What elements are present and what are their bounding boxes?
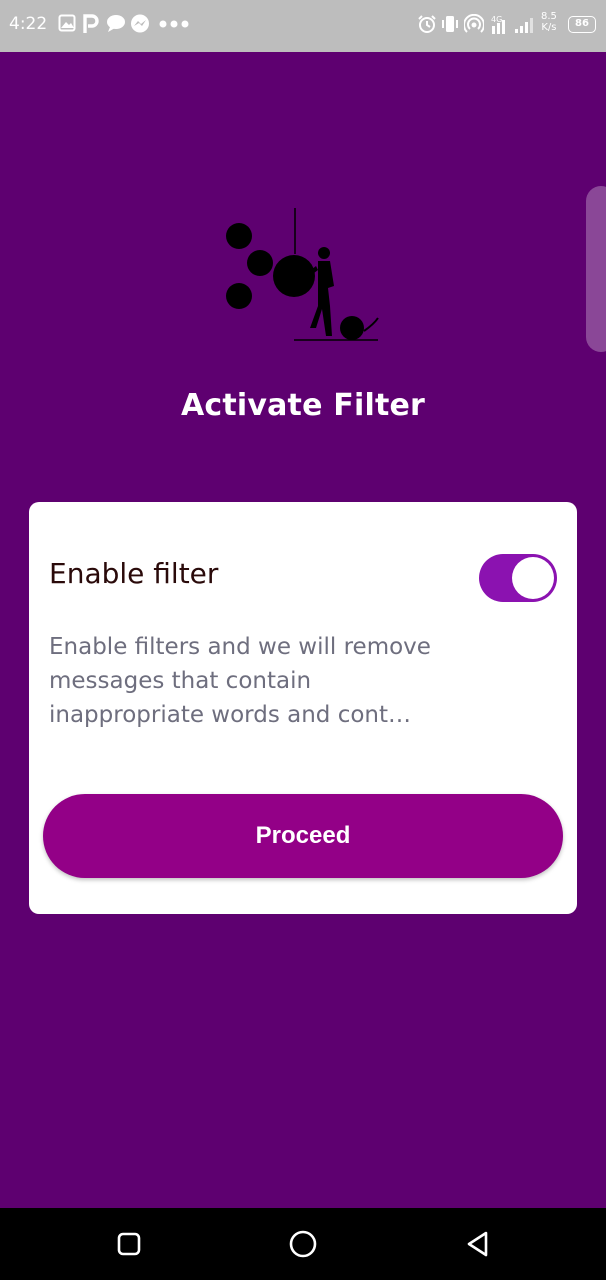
- home-circle-icon[interactable]: [288, 1229, 318, 1259]
- enable-filter-label: Enable filter: [49, 557, 219, 590]
- recents-square-icon[interactable]: [116, 1229, 142, 1259]
- page-title: Activate Filter: [180, 388, 426, 423]
- filter-card: Enable filter Enable filters and we will…: [29, 502, 577, 914]
- navigation-bar: [0, 1208, 606, 1280]
- parking-app-icon: [83, 14, 99, 33]
- network-speed: 8.5 K/s: [541, 11, 557, 33]
- signal-bars-icon: [515, 18, 533, 33]
- proceed-button[interactable]: Proceed: [43, 794, 563, 878]
- filter-illustration: [226, 208, 379, 341]
- speed-unit: K/s: [541, 22, 557, 33]
- network-type: 4G: [491, 15, 502, 24]
- alarm-icon: [418, 15, 436, 33]
- battery-indicator: 86: [568, 16, 596, 33]
- gallery-icon: [58, 14, 76, 32]
- signal-4g-icon: 4G: [491, 15, 505, 34]
- status-time: 4:22: [9, 14, 48, 34]
- messenger-icon: [131, 14, 149, 33]
- speed-value: 8.5: [541, 11, 557, 22]
- more-notifications-icon: [159, 20, 189, 28]
- filter-description: Enable filters and we will remove messag…: [49, 634, 431, 728]
- status-bar: 4:22 4G 8.5 K/s 86: [0, 0, 606, 52]
- chat-icon: [107, 15, 125, 32]
- hotspot-icon: [464, 14, 484, 33]
- toggle-knob: [512, 557, 554, 599]
- vibrate-icon: [442, 16, 458, 32]
- enable-filter-toggle[interactable]: [479, 554, 557, 602]
- edge-panel-handle[interactable]: [586, 186, 606, 352]
- back-triangle-icon[interactable]: [464, 1229, 492, 1259]
